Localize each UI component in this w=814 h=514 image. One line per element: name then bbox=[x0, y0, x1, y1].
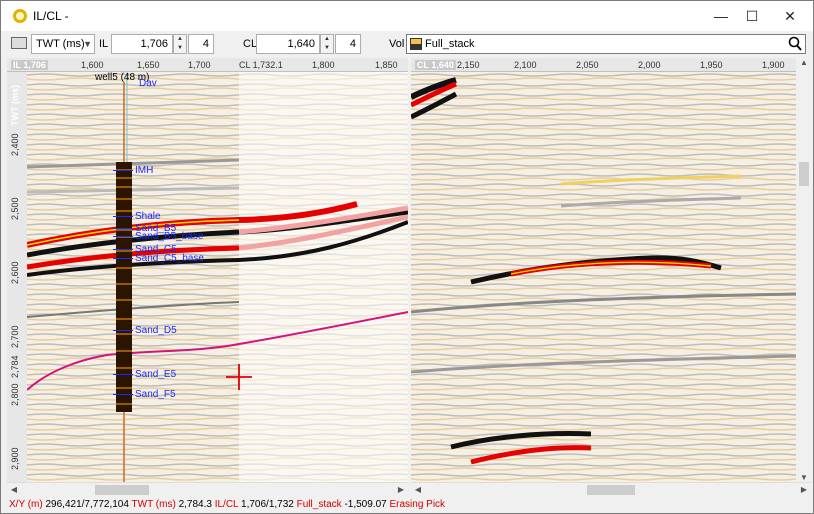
crossline-tick: CL 1,732.1 bbox=[239, 60, 283, 70]
inline-x-axis: IL 1,706 1,600 1,650 1,700 CL 1,732.1 1,… bbox=[7, 58, 408, 72]
cl-spinner[interactable]: ▲ ▼ bbox=[320, 34, 334, 54]
y-tick: 2,500 bbox=[10, 197, 20, 220]
status-stack-label: Full_stack bbox=[296, 499, 342, 510]
status-ilcl-label: IL/CL bbox=[214, 499, 239, 510]
status-mode: Erasing Pick bbox=[389, 499, 446, 510]
marker-sand-d5[interactable]: Sand_D5 bbox=[113, 325, 177, 336]
title-bar: IL/CL - — ☐ ✕ bbox=[1, 1, 813, 31]
vol-label: Vol bbox=[389, 38, 405, 50]
y-tick: 2,700 bbox=[10, 325, 20, 348]
search-icon[interactable] bbox=[788, 36, 802, 52]
volume-value: Full_stack bbox=[425, 38, 475, 50]
crossline-header: CL 1,640 bbox=[415, 60, 456, 70]
x-tick: 2,150 bbox=[457, 60, 480, 70]
y-axis-title: TWT (ms) bbox=[10, 85, 20, 126]
cl-label: CL bbox=[243, 38, 258, 50]
inline-section-panel[interactable]: well5 (48 m) Dav IMH Shale Sand_B5 Sand_… bbox=[7, 58, 408, 482]
inline-header: IL 1,706 bbox=[11, 60, 48, 70]
status-twt-label: TWT (ms) bbox=[131, 499, 176, 510]
il-label: IL bbox=[99, 38, 109, 50]
x-tick: 1,800 bbox=[312, 60, 335, 70]
vertical-scrollbar[interactable]: ▲ ▼ bbox=[797, 58, 811, 482]
scroll-left-icon[interactable]: ◀ bbox=[411, 483, 425, 497]
status-xy-value: 296,421/7,772,104 bbox=[45, 499, 129, 510]
il-input[interactable]: 1,706 bbox=[111, 34, 173, 54]
inline-horizontal-scrollbar[interactable]: ◀ ▶ bbox=[7, 482, 408, 496]
inline-seismic-image[interactable] bbox=[27, 72, 408, 482]
camera-icon[interactable] bbox=[11, 37, 27, 49]
scroll-right-icon[interactable]: ▶ bbox=[394, 483, 408, 497]
status-stack-value: -1,509.07 bbox=[344, 499, 387, 510]
window-title: IL/CL - bbox=[33, 9, 69, 23]
il-step-input[interactable]: 4 bbox=[188, 34, 214, 54]
status-xy-label: X/Y (m) bbox=[9, 499, 43, 510]
status-ilcl-value: 1,706/1,732 bbox=[241, 499, 294, 510]
x-tick: 1,650 bbox=[137, 60, 160, 70]
chevron-down-icon: ▼ bbox=[83, 39, 92, 49]
volume-field[interactable]: Full_stack bbox=[406, 34, 806, 54]
scroll-right-icon[interactable]: ▶ bbox=[797, 483, 811, 497]
crossline-horizontal-scrollbar[interactable]: ◀ ▶ bbox=[411, 482, 811, 496]
il-spinner[interactable]: ▲ ▼ bbox=[173, 34, 187, 54]
toolbar: TWT (ms) ▼ IL 1,706 ▲ ▼ 4 CL 1,640 ▲ ▼ 4 V… bbox=[1, 31, 813, 57]
marker-sand-c5-base[interactable]: Sand_C5_base bbox=[113, 253, 204, 264]
y-tick: 2,800 bbox=[10, 383, 20, 406]
y-tick-cursor: 2,784 bbox=[10, 355, 20, 378]
volume-icon bbox=[410, 38, 422, 50]
x-tick: 1,700 bbox=[188, 60, 211, 70]
scroll-up-icon[interactable]: ▲ bbox=[797, 58, 811, 67]
domain-select[interactable]: TWT (ms) ▼ bbox=[31, 34, 95, 54]
ilcl-window: IL/CL - — ☐ ✕ TWT (ms) ▼ IL 1,706 ▲ ▼ 4 C… bbox=[0, 0, 814, 514]
marker-sand-b5-base[interactable]: Sand_B5_base bbox=[113, 231, 203, 242]
x-tick: 1,850 bbox=[375, 60, 398, 70]
x-tick: 1,900 bbox=[762, 60, 785, 70]
crossline-section-panel[interactable]: CL 1,640 2,150 2,100 2,050 2,000 1,950 1… bbox=[411, 58, 796, 482]
x-tick: 1,950 bbox=[700, 60, 723, 70]
marker-sand-e5[interactable]: Sand_E5 bbox=[113, 369, 176, 380]
y-tick: 2,900 bbox=[10, 447, 20, 470]
domain-value: TWT (ms) bbox=[36, 38, 85, 50]
vertical-scroll-thumb[interactable] bbox=[799, 162, 809, 186]
crossline-x-axis: CL 1,640 2,150 2,100 2,050 2,000 1,950 1… bbox=[411, 58, 796, 72]
twt-y-axis: TWT (ms) 2,400 2,500 2,600 2,700 2,784 2… bbox=[7, 72, 27, 482]
cl-input[interactable]: 1,640 bbox=[256, 34, 320, 54]
scroll-left-icon[interactable]: ◀ bbox=[7, 483, 21, 497]
x-tick: 2,100 bbox=[514, 60, 537, 70]
cl-step-input[interactable]: 4 bbox=[335, 34, 361, 54]
well-sub-label: Dav bbox=[139, 78, 157, 89]
marker-imh[interactable]: IMH bbox=[113, 165, 153, 176]
y-tick: 2,600 bbox=[10, 261, 20, 284]
crossline-scroll-thumb[interactable] bbox=[587, 485, 635, 495]
x-tick: 2,050 bbox=[576, 60, 599, 70]
y-tick: 2,400 bbox=[10, 133, 20, 156]
app-icon bbox=[13, 9, 27, 23]
scroll-down-icon[interactable]: ▼ bbox=[797, 473, 811, 482]
inline-scroll-thumb[interactable] bbox=[95, 485, 149, 495]
x-tick: 2,000 bbox=[638, 60, 661, 70]
crossline-seismic-image[interactable] bbox=[411, 72, 796, 482]
status-bar: X/Y (m) 296,421/7,772,104 TWT (ms) 2,784… bbox=[1, 497, 813, 513]
marker-shale[interactable]: Shale bbox=[113, 211, 161, 222]
marker-sand-f5[interactable]: Sand_F5 bbox=[113, 389, 176, 400]
status-twt-value: 2,784.3 bbox=[178, 499, 212, 510]
x-tick: 1,600 bbox=[81, 60, 104, 70]
close-button[interactable]: ✕ bbox=[767, 1, 813, 31]
